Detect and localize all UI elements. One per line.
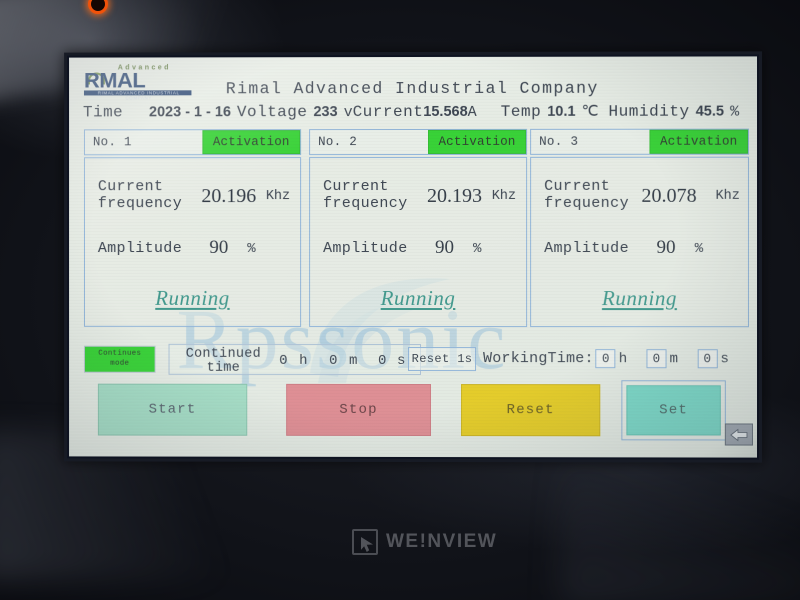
continues-mode-line2: mode (110, 359, 130, 368)
set-button-frame: Set (621, 380, 726, 441)
stop-button[interactable]: Stop (286, 383, 432, 437)
current-value: 15.568 (423, 103, 468, 120)
current-frequency-label: Current frequency (544, 177, 630, 212)
working-seconds-value[interactable]: 0 (697, 349, 718, 369)
continues-mode-line1: Continues (98, 349, 142, 358)
channel-body: Current frequency 20.193 Khz Amplitude 9… (309, 156, 528, 328)
channel-number-label: No. 2 (318, 135, 358, 150)
current-frequency-unit: Khz (265, 189, 291, 205)
start-button[interactable]: Start (97, 383, 248, 436)
amplitude-value: 90 (209, 237, 229, 258)
continued-seconds-value[interactable]: 0 (378, 353, 386, 369)
activation-status-badge[interactable]: Activation (202, 130, 301, 155)
weinview-brand: WE!NVIEW (352, 529, 497, 555)
amplitude-unit: % (473, 240, 482, 257)
continued-seconds-unit: s (397, 352, 406, 369)
working-minutes-unit: m (669, 350, 679, 367)
working-hours-value[interactable]: 0 (595, 349, 616, 369)
continued-minutes-unit: m (349, 352, 358, 369)
current-unit: A (467, 103, 477, 121)
channel-header: No. 3 Activation (530, 128, 749, 155)
working-hours-unit: h (618, 350, 628, 367)
device-photo: Rpssonic Advanced RMAL RIMAL ADVANCED IN… (0, 0, 800, 600)
channel-header: No. 2 Activation (309, 128, 528, 156)
amplitude-label: Amplitude (97, 240, 183, 257)
channel-panel-2: No. 2 Activation Current frequency 20.19… (309, 128, 528, 329)
continued-minutes-value[interactable]: 0 (329, 353, 337, 369)
amplitude-unit: % (694, 240, 704, 257)
working-minutes-value[interactable]: 0 (646, 349, 667, 369)
channel-body: Current frequency 20.196 Khz Amplitude 9… (83, 157, 302, 327)
temp-unit: ℃ (581, 103, 599, 121)
amplitude-label: Amplitude (544, 239, 630, 257)
amplitude-value: 90 (435, 236, 455, 259)
humidity-value: 45.5 (695, 103, 725, 120)
channel-status-text: Running (155, 285, 230, 310)
activation-status-badge[interactable]: Activation (649, 129, 748, 154)
hmi-ui-root: Rpssonic Advanced RMAL RIMAL ADVANCED IN… (69, 56, 757, 457)
amplitude-label: Amplitude (323, 240, 408, 257)
touch-panel-icon (352, 529, 378, 555)
voltage-unit: v (343, 104, 353, 122)
temp-value: 10.1 (547, 103, 576, 120)
timer-strip: Continues mode Continued time 0 h 0 m 0 … (83, 343, 749, 377)
current-frequency-unit: Khz (491, 188, 517, 204)
working-time-label: WorkingTime: (483, 350, 594, 368)
continued-hours-unit: h (299, 352, 308, 369)
current-frequency-value: 20.196 (201, 185, 257, 208)
amplitude-value: 90 (656, 236, 676, 259)
voltage-label: Voltage (236, 103, 308, 122)
temp-label: Temp (500, 102, 542, 121)
info-bar: Time 2023 - 1 - 16 Voltage 233 v Current… (83, 102, 747, 127)
channel-status-text: Running (601, 286, 677, 311)
channel-number-label: No. 1 (92, 135, 132, 150)
amplitude-unit: % (247, 241, 256, 257)
continued-time-label: Continued time (185, 346, 262, 376)
channel-header: No. 1 Activation (83, 129, 302, 156)
time-value: 2023 - 1 - 16 (149, 104, 231, 121)
back-arrow-icon[interactable] (724, 423, 753, 446)
working-seconds-unit: s (720, 350, 730, 367)
current-frequency-label: Current frequency (323, 178, 408, 213)
set-button[interactable]: Set (626, 385, 721, 436)
weinview-brand-text: WE!NVIEW (386, 531, 498, 552)
voltage-value: 233 (313, 104, 338, 121)
current-frequency-unit: Khz (715, 188, 740, 204)
bezel-glare (560, 455, 800, 600)
humidity-unit: % (730, 103, 740, 121)
activation-status-badge[interactable]: Activation (428, 129, 527, 154)
current-frequency-value: 20.078 (641, 184, 697, 207)
channel-number-label: No. 3 (539, 134, 579, 149)
page-title: Rimal Advanced Industrial Company (225, 78, 599, 99)
working-time-group: WorkingTime: 0 h 0 m 0 s (483, 349, 746, 369)
power-led-indicator (88, 0, 108, 14)
current-frequency-value: 20.193 (427, 184, 483, 207)
reset-1s-button[interactable]: Reset 1s (408, 346, 477, 372)
channel-status-text: Running (380, 285, 456, 311)
humidity-label: Humidity (608, 102, 690, 121)
continued-hours-value[interactable]: 0 (279, 353, 287, 369)
continues-mode-button[interactable]: Continues mode (83, 345, 156, 373)
current-frequency-label: Current frequency (97, 178, 183, 213)
continued-time-group: Continued time 0 h 0 m 0 s (168, 343, 422, 376)
current-label: Current (352, 102, 424, 122)
channel-body: Current frequency 20.078 Khz Amplitude 9… (530, 156, 749, 328)
time-label: Time (82, 103, 124, 122)
channel-panel-1: No. 1 Activation Current frequency 20.19… (83, 129, 302, 329)
channel-panel-3: No. 3 Activation Current frequency 20.07… (530, 128, 749, 330)
reset-button[interactable]: Reset (461, 384, 601, 437)
hmi-screen: Rpssonic Advanced RMAL RIMAL ADVANCED IN… (69, 56, 758, 458)
